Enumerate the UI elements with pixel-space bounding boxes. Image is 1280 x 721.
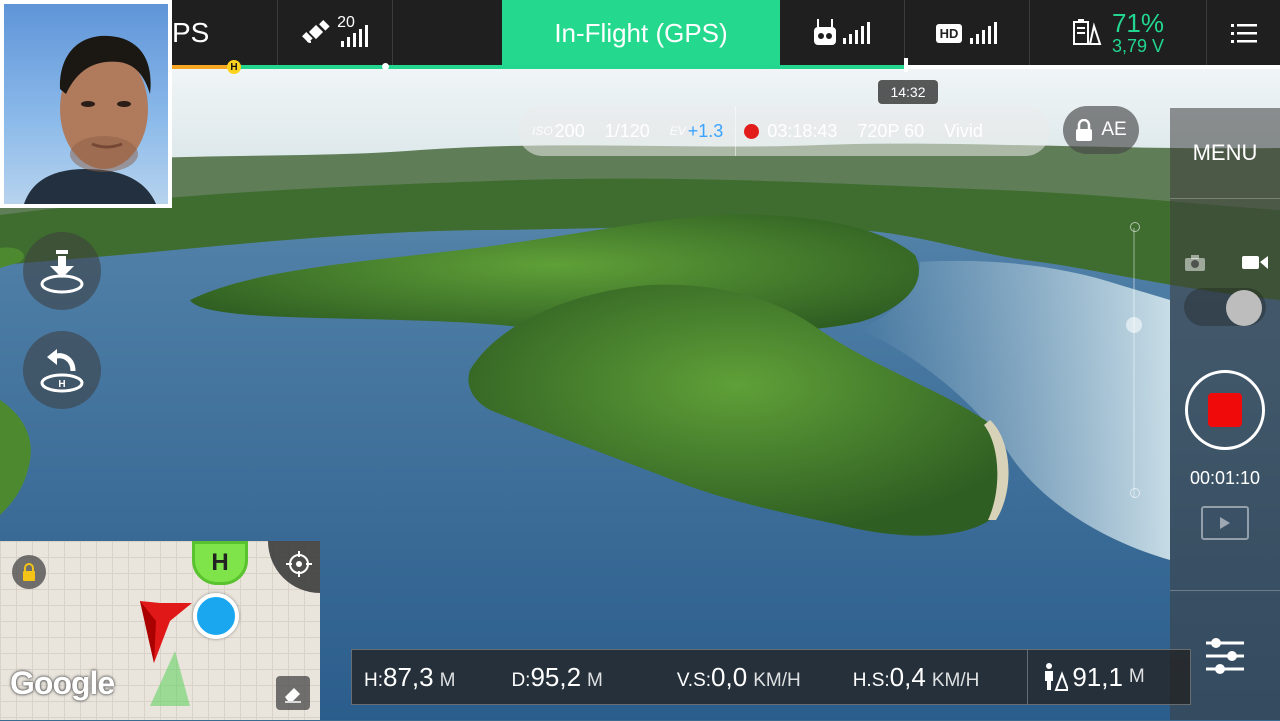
signal-bars-icon xyxy=(843,22,870,44)
altitude-value: 87,3 xyxy=(383,661,434,692)
vertical-speed-label: V.S: xyxy=(676,669,712,691)
top-status-bar: PS 20 In-Flight (GPS) HD 71% 3,79 V xyxy=(0,0,1280,66)
battery-status[interactable]: 71% 3,79 V xyxy=(1030,0,1206,66)
map-lock-button[interactable] xyxy=(12,555,46,589)
video-mode-icon[interactable] xyxy=(1242,254,1268,270)
gimbal-pitch-handle[interactable] xyxy=(1126,317,1142,333)
ev-value: +1.3 xyxy=(687,120,724,141)
pilot-webcam-overlay xyxy=(0,0,172,208)
home-point-label: H xyxy=(211,549,229,576)
distance-readout: D: 95,2 M xyxy=(511,662,602,693)
camera-settings-bar[interactable]: ISO 200 1/120 EV +1.3 03:18:43 720P 60 V… xyxy=(518,106,1050,156)
satellite-count: 20 xyxy=(337,14,355,31)
pilot-location-dot xyxy=(193,593,239,639)
telemetry-bar: H: 87,3 M D: 95,2 M V.S: 0,0 KM/H H.S: 0… xyxy=(351,649,1191,705)
play-icon xyxy=(1220,517,1230,529)
shutter-value: 1/120 xyxy=(604,120,650,141)
crosshair-icon xyxy=(286,551,312,577)
pilot-distance-value: 91,1 xyxy=(1072,661,1123,692)
vertical-speed-unit: KM/H xyxy=(753,669,801,691)
mini-map[interactable]: H Google xyxy=(0,541,320,720)
camera-control-panel: MENU 00:01:10 xyxy=(1170,108,1280,720)
flight-time-marker xyxy=(904,58,908,72)
main-menu-button[interactable] xyxy=(1207,0,1280,66)
map-provider-logo: Google xyxy=(10,665,115,701)
remote-controller-icon xyxy=(814,19,836,45)
camera-menu-button[interactable]: MENU xyxy=(1170,108,1280,199)
record-button[interactable] xyxy=(1185,370,1265,450)
gimbal-pitch-track[interactable] xyxy=(1133,228,1135,498)
horizontal-speed-readout: H.S: 0,4 KM/H xyxy=(853,662,980,693)
return-home-icon: H xyxy=(40,349,84,393)
clear-path-button[interactable] xyxy=(276,676,310,710)
recording-remaining-time: 03:18:43 xyxy=(767,120,838,141)
altitude-readout: H: 87,3 M xyxy=(364,662,455,693)
flight-status-label: In-Flight (GPS) xyxy=(554,17,728,48)
lock-icon xyxy=(23,563,35,581)
video-link-signal[interactable]: HD xyxy=(905,0,1029,66)
color-profile: Vivid xyxy=(944,120,983,141)
iso-label: ISO xyxy=(532,124,553,138)
battery-voltage: 3,79 V xyxy=(1111,36,1165,56)
altitude-unit: M xyxy=(439,669,456,691)
home-return-marker: H xyxy=(227,60,241,74)
iso-value: 200 xyxy=(554,120,585,141)
pilot-distance-readout: 91,1 M xyxy=(1042,661,1145,693)
landing-icon xyxy=(40,250,84,294)
stop-recording-icon xyxy=(1208,393,1242,427)
battery-remaining-segment xyxy=(234,65,906,69)
battery-low-segment xyxy=(172,65,234,69)
sliders-icon xyxy=(1206,638,1244,674)
eraser-icon xyxy=(285,688,301,703)
photo-mode-icon[interactable] xyxy=(1184,254,1206,272)
horizontal-speed-value: 0,4 xyxy=(889,661,926,692)
flight-mode-short[interactable]: PS xyxy=(172,0,276,66)
playback-button[interactable] xyxy=(1201,506,1249,540)
toggle-knob xyxy=(1226,290,1262,326)
hd-icon: HD xyxy=(935,23,963,43)
vertical-speed-readout: V.S: 0,0 KM/H xyxy=(677,662,801,693)
horizontal-speed-label: H.S: xyxy=(852,669,890,691)
flight-mode-label: PS xyxy=(172,17,210,48)
pilot-face-image xyxy=(24,35,156,204)
battery-icon xyxy=(1072,19,1102,45)
flight-time-tooltip: 14:32 xyxy=(878,80,938,104)
recording-dot xyxy=(744,123,760,139)
recording-duration: 00:01:10 xyxy=(1189,468,1261,488)
altitude-label: H: xyxy=(364,669,383,691)
landing-marker xyxy=(382,63,389,70)
gimbal-bottom-dot xyxy=(1130,488,1140,498)
list-menu-icon xyxy=(1230,24,1257,43)
telemetry-divider xyxy=(1027,650,1029,704)
battery-percent: 71% xyxy=(1111,8,1165,38)
ae-lock-button[interactable]: AE xyxy=(1063,106,1139,154)
pilot-distance-unit: M xyxy=(1128,666,1145,687)
lock-icon xyxy=(1076,119,1093,141)
home-return-marker-label: H xyxy=(230,61,238,73)
settings-divider xyxy=(735,106,737,156)
svg-text:H: H xyxy=(58,379,65,390)
distance-value: 95,2 xyxy=(530,661,582,692)
vertical-speed-value: 0,0 xyxy=(711,661,748,692)
auto-land-button[interactable] xyxy=(23,232,101,310)
home-point-marker: H xyxy=(192,541,248,585)
flight-status-banner[interactable]: In-Flight (GPS) xyxy=(502,0,780,66)
gimbal-top-dot xyxy=(1130,222,1140,232)
distance-label: D: xyxy=(511,669,531,691)
return-to-home-button[interactable]: H xyxy=(23,331,101,409)
satellite-status[interactable]: 20 xyxy=(278,0,392,66)
ev-label: EV xyxy=(669,124,686,138)
remote-controller-signal[interactable] xyxy=(780,0,904,66)
ae-label: AE xyxy=(1101,119,1127,140)
distance-unit: M xyxy=(587,669,603,691)
satellite-icon xyxy=(302,20,330,43)
video-resolution: 720P 60 xyxy=(857,120,925,141)
pilot-distance-icon xyxy=(1045,663,1069,691)
menu-label: MENU xyxy=(1192,140,1258,165)
horizontal-speed-unit: KM/H xyxy=(931,669,980,691)
signal-bars-icon xyxy=(970,22,998,44)
